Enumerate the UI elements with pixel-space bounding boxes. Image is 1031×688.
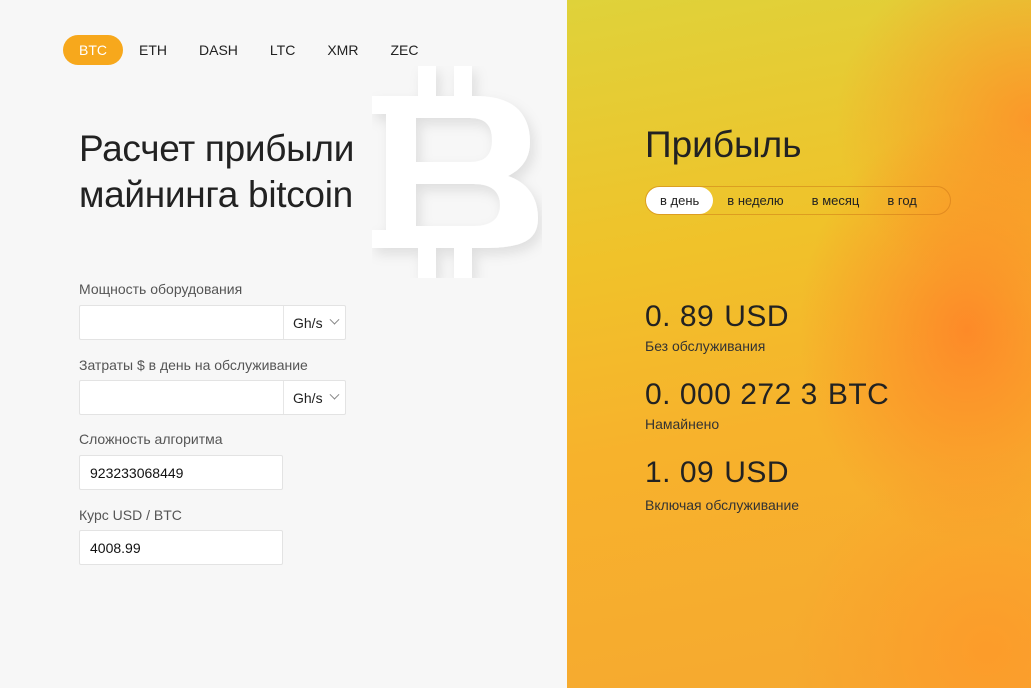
result-currency: BTC xyxy=(827,378,890,411)
profit-panel: Прибыль в день в неделю в месяц в год 0.… xyxy=(567,0,1031,688)
rate-label: Курс USD / BTC xyxy=(79,507,182,523)
result-mined: 0. 000 272 3 BTC xyxy=(645,378,889,412)
result-label: Включая обслуживание xyxy=(645,497,800,513)
hashrate-unit-value: Gh/s xyxy=(293,314,323,331)
cost-unit-value: Gh/s xyxy=(293,389,323,406)
chevron-down-icon xyxy=(329,314,340,325)
hashrate-field[interactable]: Gh/s xyxy=(79,305,346,340)
period-tabs: в день в неделю в месяц в год xyxy=(645,186,951,215)
coin-tab-ltc[interactable]: LTC xyxy=(255,36,310,64)
coin-tabs: BTC ETH DASH LTC XMR ZEC xyxy=(64,36,435,64)
result-currency: USD xyxy=(724,456,790,489)
result-with-maintenance: 1. 09 USD xyxy=(645,456,789,490)
result-label: Без обслуживания xyxy=(645,338,766,354)
coin-tab-eth[interactable]: ETH xyxy=(124,36,182,64)
period-tab-month[interactable]: в месяц xyxy=(798,187,874,214)
hashrate-unit-select[interactable]: Gh/s xyxy=(283,306,345,339)
profit-title: Прибыль xyxy=(645,124,802,165)
coin-tab-zec[interactable]: ZEC xyxy=(375,36,433,64)
chevron-down-icon xyxy=(329,389,340,400)
coin-tab-dash[interactable]: DASH xyxy=(184,36,253,64)
period-tab-year[interactable]: в год xyxy=(873,187,931,214)
cost-label: Затраты $ в день на обслуживание xyxy=(79,357,308,373)
page-title-line1: Расчет прибыли xyxy=(79,128,355,169)
difficulty-label: Сложность алгоритма xyxy=(79,431,223,447)
result-value: 1. 09 xyxy=(645,456,715,489)
result-value: 0. 000 272 3 xyxy=(645,378,818,411)
page-title: Расчет прибыли майнинга bitcoin xyxy=(79,126,354,218)
page-title-line2: майнинга bitcoin xyxy=(79,174,353,215)
hashrate-label: Мощность оборудования xyxy=(79,281,243,297)
result-label: Намайнено xyxy=(645,416,720,432)
coin-tab-btc[interactable]: BTC xyxy=(64,36,122,64)
difficulty-input[interactable]: 923233068449 xyxy=(80,465,282,481)
bitcoin-logo-icon xyxy=(372,66,538,278)
result-currency: USD xyxy=(724,300,790,333)
period-tab-day[interactable]: в день xyxy=(646,187,714,214)
cost-unit-select[interactable]: Gh/s xyxy=(283,381,345,414)
coin-tab-xmr[interactable]: XMR xyxy=(312,36,373,64)
rate-field[interactable]: 4008.99 xyxy=(79,530,283,565)
result-value: 0. 89 xyxy=(645,300,715,333)
calculator-panel: BTC ETH DASH LTC XMR ZEC Расчет прибыли … xyxy=(0,0,567,688)
cost-field[interactable]: Gh/s xyxy=(79,380,346,415)
difficulty-field[interactable]: 923233068449 xyxy=(79,455,283,490)
result-without-maintenance: 0. 89 USD xyxy=(645,300,789,334)
period-tab-week[interactable]: в неделю xyxy=(713,187,797,214)
rate-input[interactable]: 4008.99 xyxy=(80,540,282,556)
